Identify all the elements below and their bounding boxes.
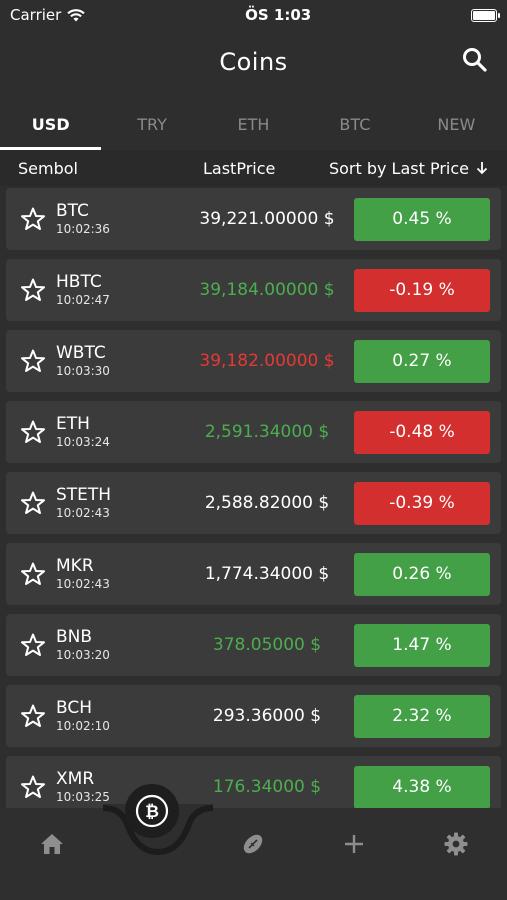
coin-row[interactable]: MKR 10:02:43 1,774.34000 $0.26 % (6, 543, 501, 605)
star-icon[interactable] (20, 632, 46, 658)
coin-change-badge: 0.26 % (354, 552, 490, 596)
tab-btc[interactable]: BTC (304, 115, 405, 150)
wifi-icon (67, 8, 86, 21)
tab-eth[interactable]: ETH (203, 115, 304, 150)
coin-last-price: 293.36000 $ (212, 706, 322, 726)
coin-change-badge: 0.45 % (354, 197, 490, 241)
coin-row[interactable]: BTC 10:02:36 39,221.00000 $0.45 % (6, 188, 501, 250)
svg-text:₿: ₿ (145, 802, 159, 822)
center-coin-button[interactable]: ₿ (125, 784, 179, 838)
star-icon[interactable] (20, 419, 46, 445)
coin-change-badge: 1.47 % (354, 623, 490, 667)
coin-row[interactable]: BCH 10:02:10 293.36000 $2.32 % (6, 685, 501, 747)
sort-label: Sort by Last Price (328, 158, 469, 178)
tab-new[interactable]: NEW (406, 115, 507, 150)
app-header: Coins (0, 30, 507, 94)
star-icon[interactable] (20, 277, 46, 303)
sort-button[interactable]: Sort by Last Price (329, 159, 489, 178)
coin-last-price: 1,774.34000 $ (204, 564, 330, 584)
coin-change-badge: 0.27 % (354, 339, 490, 383)
coin-list: BTC 10:02:36 39,221.00000 $0.45 % HBTC 10:02… (0, 186, 507, 818)
status-bar: Carrier ÖS 1:03 (0, 0, 507, 30)
settings-tab[interactable] (436, 824, 476, 864)
tab-try[interactable]: TRY (101, 115, 202, 150)
coin-change-badge: 4.38 % (354, 765, 490, 809)
coin-change-badge: -0.19 % (354, 268, 490, 312)
search-icon[interactable] (461, 46, 489, 74)
star-icon[interactable] (20, 490, 46, 516)
coin-last-price: 2,588.82000 $ (204, 493, 330, 513)
coin-last-price: 39,182.00000 $ (199, 351, 335, 371)
star-icon[interactable] (20, 206, 46, 232)
coin-change-badge: -0.48 % (354, 410, 490, 454)
arrow-down-icon (476, 162, 488, 175)
sports-tab[interactable] (233, 824, 273, 864)
star-icon[interactable] (20, 774, 46, 800)
coin-row[interactable]: HBTC 10:02:47 39,184.00000 $ -0.19 % (6, 259, 501, 321)
star-icon[interactable] (20, 348, 46, 374)
football-icon (243, 834, 263, 854)
coin-last-price: 39,184.00000 $ (199, 280, 335, 300)
symbol-column-header: Sembol (18, 158, 78, 178)
home-tab[interactable] (32, 824, 72, 864)
add-tab[interactable] (334, 824, 374, 864)
gear-icon (444, 832, 468, 856)
column-header: Sembol LastPrice Sort by Last Price (0, 150, 507, 186)
carrier-label: Carrier (10, 6, 62, 24)
last-price-column-header: LastPrice (203, 158, 276, 178)
coin-row[interactable]: ETH 10:03:24 2,591.34000 $ -0.48 % (6, 401, 501, 463)
coin-last-price: 39,221.00000 $ (199, 209, 335, 229)
coin-change-badge: 2.32 % (354, 694, 490, 738)
star-icon[interactable] (20, 703, 46, 729)
bitcoin-icon: ₿ (135, 794, 169, 828)
coin-change-badge: -0.39 % (354, 481, 490, 525)
currency-tabs: USD TRY ETH BTC NEW (0, 94, 507, 150)
battery-icon (471, 8, 500, 22)
coin-last-price: 378.05000 $ (212, 635, 322, 655)
page-title: Coins (219, 48, 288, 76)
bottom-tab-bar: ₿ (0, 784, 507, 900)
tab-usd[interactable]: USD (0, 115, 102, 150)
home-icon (41, 834, 63, 854)
coin-last-price: 2,591.34000 $ (204, 422, 330, 442)
coin-row[interactable]: WBTC 10:03:30 39,182.00000 $0.27 % (6, 330, 501, 392)
coin-row[interactable]: STETH 10:02:43 2,588.82000 $ -0.39 % (6, 472, 501, 534)
coin-row[interactable]: BNB 10:03:20 378.05000 $1.47 % (6, 614, 501, 676)
coin-last-price: 176.34000 $ (212, 777, 322, 797)
status-time: ÖS 1:03 (245, 6, 312, 24)
plus-icon (345, 835, 363, 853)
star-icon[interactable] (20, 561, 46, 587)
